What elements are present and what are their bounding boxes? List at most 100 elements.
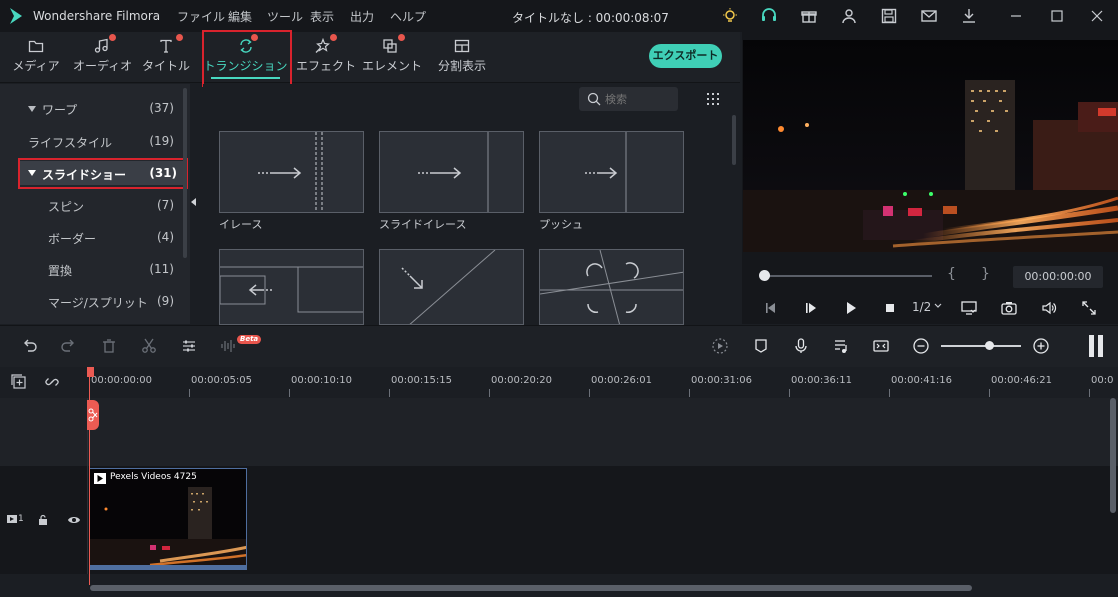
title-bar: Wondershare Filmora ファイル 編集 ツール 表示 出力 ヘル… <box>0 0 1118 32</box>
delete-icon[interactable] <box>100 337 118 355</box>
gift-icon[interactable] <box>800 7 818 25</box>
ruler-label: 00:00:05:05 <box>191 375 253 386</box>
category-name: ボーダー <box>48 232 97 246</box>
preview-timecode: 00:00:00:00 <box>1013 266 1103 288</box>
mark-out-button[interactable]: } <box>981 266 990 282</box>
category-name: ライフスタイル <box>28 136 113 150</box>
tab-audio-label: オーディオ <box>73 59 133 73</box>
render-preview-icon[interactable] <box>711 337 729 355</box>
account-icon[interactable] <box>840 7 858 25</box>
transition-label: イレース <box>219 218 263 231</box>
category-lifestyle[interactable]: ライフスタイル (19) <box>0 130 180 152</box>
expand-arrow-icon[interactable] <box>28 106 36 112</box>
eye-icon[interactable] <box>67 514 81 526</box>
zoom-out-icon[interactable] <box>912 337 930 355</box>
zoom-slider[interactable] <box>941 345 1021 347</box>
fit-timeline-icon[interactable] <box>872 337 890 355</box>
previous-frame-icon[interactable] <box>762 299 780 317</box>
export-button[interactable]: エクスポート <box>649 44 722 68</box>
empty-track[interactable] <box>0 398 1118 466</box>
document-title: タイトルなし : 00:00:08:07 <box>512 11 669 25</box>
category-count: (11) <box>149 262 174 276</box>
marker-icon[interactable] <box>752 337 770 355</box>
video-track-icon <box>7 515 17 523</box>
search-input[interactable] <box>605 91 673 107</box>
headset-icon[interactable] <box>760 7 778 25</box>
tab-elements[interactable]: エレメント <box>362 32 422 83</box>
mark-in-button[interactable]: { <box>947 266 956 282</box>
menu-tools[interactable]: ツール <box>267 8 303 25</box>
timeline-vertical-scrollbar[interactable] <box>1110 398 1116 513</box>
transition-push[interactable] <box>539 131 684 213</box>
transition-slide-box[interactable] <box>219 249 364 325</box>
tab-audio[interactable]: オーディオ <box>73 32 133 83</box>
transition-erase[interactable] <box>219 131 364 213</box>
add-track-icon[interactable] <box>10 373 28 391</box>
category-replace[interactable]: 置換 (11) <box>0 258 180 280</box>
category-warp[interactable]: ワープ (37) <box>0 97 180 119</box>
redo-icon[interactable] <box>60 337 78 355</box>
bulb-icon[interactable] <box>721 7 739 25</box>
chevron-down-icon[interactable] <box>933 301 943 311</box>
audio-waveform-icon[interactable] <box>220 337 238 355</box>
menu-export[interactable]: 出力 <box>350 8 374 25</box>
category-scrollbar[interactable] <box>183 88 187 258</box>
collapse-panel-icon[interactable] <box>191 198 196 206</box>
lock-icon[interactable] <box>37 514 49 526</box>
split-scissors-icon[interactable] <box>87 400 99 430</box>
timeline-horizontal-scrollbar[interactable] <box>90 585 972 591</box>
mail-icon[interactable] <box>920 7 938 25</box>
category-border[interactable]: ボーダー (4) <box>0 226 180 248</box>
snapshot-camera-icon[interactable] <box>1000 299 1018 317</box>
adjust-icon[interactable] <box>180 337 198 355</box>
tab-split-screen[interactable]: 分割表示 <box>432 32 492 83</box>
play-icon[interactable] <box>842 299 860 317</box>
transition-slide-erase[interactable] <box>379 131 524 213</box>
transitions-scrollbar[interactable] <box>732 115 736 165</box>
voiceover-list-icon[interactable] <box>832 337 850 355</box>
ruler-tick <box>589 389 590 397</box>
playback-quality-select[interactable]: 1/2 <box>912 300 931 314</box>
tab-media[interactable]: メディア <box>10 32 62 83</box>
minimize-icon[interactable] <box>1007 7 1025 25</box>
pause-icon[interactable] <box>1086 335 1106 357</box>
transition-rotate[interactable] <box>539 249 684 325</box>
menu-help[interactable]: ヘルプ <box>390 8 426 25</box>
next-frame-icon[interactable] <box>802 299 820 317</box>
volume-icon[interactable] <box>1040 299 1058 317</box>
zoom-slider-handle[interactable] <box>985 341 994 350</box>
ruler-tick <box>189 389 190 397</box>
save-icon[interactable] <box>880 7 898 25</box>
undo-icon[interactable] <box>20 337 38 355</box>
menu-file[interactable]: ファイル <box>177 8 225 25</box>
tab-split-screen-label: 分割表示 <box>437 59 486 73</box>
display-settings-icon[interactable] <box>960 299 978 317</box>
zoom-in-icon[interactable] <box>1032 337 1050 355</box>
clip-bottom-bar <box>90 565 246 569</box>
clip-thumbnail <box>90 469 246 569</box>
download-icon[interactable] <box>960 7 978 25</box>
tab-titles[interactable]: タイトル <box>140 32 192 83</box>
grid-view-icon[interactable] <box>706 92 720 106</box>
microphone-icon[interactable] <box>792 337 810 355</box>
filmora-window: Wondershare Filmora ファイル 編集 ツール 表示 出力 ヘル… <box>0 0 1118 597</box>
tab-effects[interactable]: エフェクト <box>296 32 356 83</box>
link-icon[interactable] <box>43 373 61 391</box>
category-merge-split[interactable]: マージ/スプリット (9) <box>0 290 180 312</box>
close-icon[interactable] <box>1088 7 1106 25</box>
scissors-icon[interactable] <box>140 337 158 355</box>
search-box[interactable] <box>579 87 678 111</box>
maximize-icon[interactable] <box>1048 7 1066 25</box>
seek-handle[interactable] <box>759 270 770 281</box>
category-spin[interactable]: スピン (7) <box>0 194 180 216</box>
video-clip[interactable]: Pexels Videos 4725 <box>89 468 247 570</box>
menu-view[interactable]: 表示 <box>310 8 334 25</box>
track-number: 1 <box>18 514 24 524</box>
menu-edit[interactable]: 編集 <box>228 8 252 25</box>
stop-icon[interactable] <box>881 299 899 317</box>
fullscreen-icon[interactable] <box>1080 299 1098 317</box>
category-name: マージ/スプリット <box>48 296 148 310</box>
preview-seek-bar[interactable] <box>762 275 932 277</box>
transition-diagonal[interactable] <box>379 249 524 325</box>
clip-type-icon <box>94 473 106 484</box>
